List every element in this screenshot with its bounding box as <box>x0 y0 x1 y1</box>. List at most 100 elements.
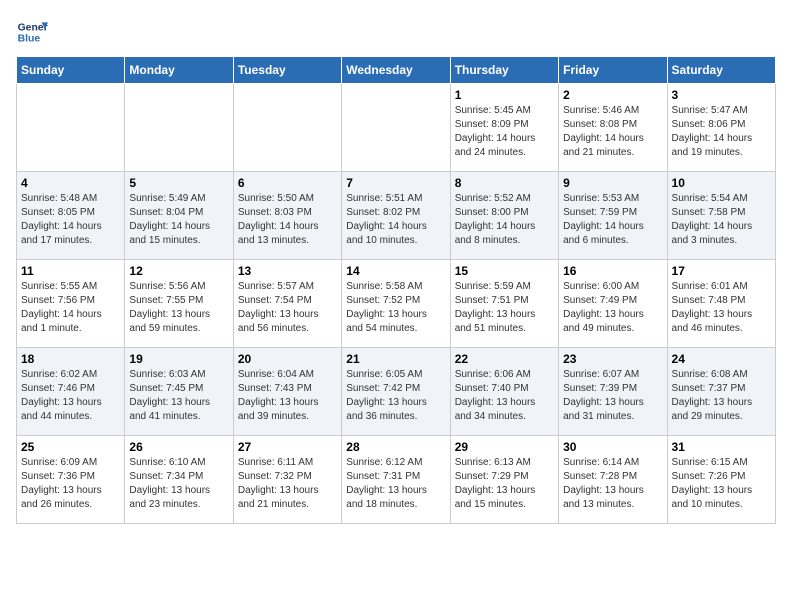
day-info: Sunrise: 5:51 AM Sunset: 8:02 PM Dayligh… <box>346 192 445 248</box>
day-number: 27 <box>238 440 337 454</box>
day-info: Sunrise: 5:59 AM Sunset: 7:51 PM Dayligh… <box>455 280 554 336</box>
calendar-cell: 30Sunrise: 6:14 AM Sunset: 7:28 PM Dayli… <box>559 436 667 524</box>
day-info: Sunrise: 6:12 AM Sunset: 7:31 PM Dayligh… <box>346 456 445 512</box>
day-number: 15 <box>455 264 554 278</box>
day-number: 29 <box>455 440 554 454</box>
day-info: Sunrise: 5:58 AM Sunset: 7:52 PM Dayligh… <box>346 280 445 336</box>
calendar-cell: 12 Sunrise: 5:56 AM Sunset: 7:55 PM Dayli… <box>125 260 233 348</box>
calendar-week-row: 11 Sunrise: 5:55 AM Sunset: 7:56 PM Dayli… <box>17 260 776 348</box>
day-info: Sunrise: 5:46 AM Sunset: 8:08 PM Dayligh… <box>563 104 662 160</box>
day-info: Sunrise: 6:00 AM Sunset: 7:49 PM Dayligh… <box>563 280 662 336</box>
day-info: Sunrise: 6:14 AM Sunset: 7:28 PM Dayligh… <box>563 456 662 512</box>
day-number: 4 <box>21 176 120 190</box>
calendar-cell: 16 Sunrise: 6:00 AM Sunset: 7:49 PM Dayli… <box>559 260 667 348</box>
calendar-cell: 29 Sunrise: 6:13 AM Sunset: 7:29 PM Dayli… <box>450 436 558 524</box>
day-info: Sunrise: 6:05 AM Sunset: 7:42 PM Dayligh… <box>346 368 445 424</box>
calendar-cell: 15 Sunrise: 5:59 AM Sunset: 7:51 PM Dayli… <box>450 260 558 348</box>
calendar-cell: 17Sunrise: 6:01 AM Sunset: 7:48 PM Dayli… <box>667 260 775 348</box>
day-info: Sunrise: 6:04 AM Sunset: 7:43 PM Dayligh… <box>238 368 337 424</box>
day-info: Sunrise: 6:06 AM Sunset: 7:40 PM Dayligh… <box>455 368 554 424</box>
calendar-cell: 20 Sunrise: 6:04 AM Sunset: 7:43 PM Dayli… <box>233 348 341 436</box>
day-number: 6 <box>238 176 337 190</box>
day-info: Sunrise: 6:10 AM Sunset: 7:34 PM Dayligh… <box>129 456 228 512</box>
calendar-cell: 27Sunrise: 6:11 AM Sunset: 7:32 PM Dayli… <box>233 436 341 524</box>
svg-text:Blue: Blue <box>18 34 41 45</box>
day-of-week-header: Monday <box>125 57 233 84</box>
calendar-week-row: 25 Sunrise: 6:09 AM Sunset: 7:36 PM Dayli… <box>17 436 776 524</box>
calendar-cell: 13 Sunrise: 5:57 AM Sunset: 7:54 PM Dayli… <box>233 260 341 348</box>
calendar-cell: 18Sunrise: 6:02 AM Sunset: 7:46 PM Dayli… <box>17 348 125 436</box>
day-number: 21 <box>346 352 445 366</box>
day-info: Sunrise: 6:03 AM Sunset: 7:45 PM Dayligh… <box>129 368 228 424</box>
day-info: Sunrise: 6:07 AM Sunset: 7:39 PM Dayligh… <box>563 368 662 424</box>
page-header: General Blue <box>16 16 776 48</box>
day-info: Sunrise: 5:52 AM Sunset: 8:00 PM Dayligh… <box>455 192 554 248</box>
day-info: Sunrise: 5:55 AM Sunset: 7:56 PM Dayligh… <box>21 280 120 336</box>
calendar-cell: 8 Sunrise: 5:52 AM Sunset: 8:00 PM Daylig… <box>450 172 558 260</box>
day-info: Sunrise: 5:49 AM Sunset: 8:04 PM Dayligh… <box>129 192 228 248</box>
calendar-cell: 10 Sunrise: 5:54 AM Sunset: 7:58 PM Dayli… <box>667 172 775 260</box>
day-info: Sunrise: 6:13 AM Sunset: 7:29 PM Dayligh… <box>455 456 554 512</box>
calendar-cell <box>233 84 341 172</box>
day-of-week-header: Sunday <box>17 57 125 84</box>
logo: General Blue <box>16 16 48 48</box>
calendar-cell: 4Sunrise: 5:48 AM Sunset: 8:05 PM Daylig… <box>17 172 125 260</box>
day-number: 25 <box>21 440 120 454</box>
day-info: Sunrise: 5:57 AM Sunset: 7:54 PM Dayligh… <box>238 280 337 336</box>
day-number: 8 <box>455 176 554 190</box>
calendar-cell: 2 Sunrise: 5:46 AM Sunset: 8:08 PM Daylig… <box>559 84 667 172</box>
calendar-cell: 3 Sunrise: 5:47 AM Sunset: 8:06 PM Daylig… <box>667 84 775 172</box>
calendar-cell: 11 Sunrise: 5:55 AM Sunset: 7:56 PM Dayli… <box>17 260 125 348</box>
day-info: Sunrise: 5:53 AM Sunset: 7:59 PM Dayligh… <box>563 192 662 248</box>
day-info: Sunrise: 6:15 AM Sunset: 7:26 PM Dayligh… <box>672 456 771 512</box>
day-info: Sunrise: 5:56 AM Sunset: 7:55 PM Dayligh… <box>129 280 228 336</box>
calendar-cell: 26 Sunrise: 6:10 AM Sunset: 7:34 PM Dayli… <box>125 436 233 524</box>
day-info: Sunrise: 5:47 AM Sunset: 8:06 PM Dayligh… <box>672 104 771 160</box>
days-header-row: SundayMondayTuesdayWednesdayThursdayFrid… <box>17 57 776 84</box>
calendar-cell: 19 Sunrise: 6:03 AM Sunset: 7:45 PM Dayli… <box>125 348 233 436</box>
day-number: 3 <box>672 88 771 102</box>
day-of-week-header: Friday <box>559 57 667 84</box>
calendar-cell <box>125 84 233 172</box>
day-number: 20 <box>238 352 337 366</box>
calendar-cell <box>17 84 125 172</box>
day-info: Sunrise: 5:54 AM Sunset: 7:58 PM Dayligh… <box>672 192 771 248</box>
day-number: 9 <box>563 176 662 190</box>
day-info: Sunrise: 6:09 AM Sunset: 7:36 PM Dayligh… <box>21 456 120 512</box>
calendar-cell <box>342 84 450 172</box>
day-number: 2 <box>563 88 662 102</box>
day-number: 22 <box>455 352 554 366</box>
day-number: 17 <box>672 264 771 278</box>
day-number: 14 <box>346 264 445 278</box>
day-number: 26 <box>129 440 228 454</box>
calendar-cell: 28Sunrise: 6:12 AM Sunset: 7:31 PM Dayli… <box>342 436 450 524</box>
day-info: Sunrise: 5:50 AM Sunset: 8:03 PM Dayligh… <box>238 192 337 248</box>
calendar-week-row: 4Sunrise: 5:48 AM Sunset: 8:05 PM Daylig… <box>17 172 776 260</box>
day-of-week-header: Thursday <box>450 57 558 84</box>
day-info: Sunrise: 6:08 AM Sunset: 7:37 PM Dayligh… <box>672 368 771 424</box>
day-number: 19 <box>129 352 228 366</box>
day-number: 7 <box>346 176 445 190</box>
day-number: 11 <box>21 264 120 278</box>
calendar-cell: 9 Sunrise: 5:53 AM Sunset: 7:59 PM Daylig… <box>559 172 667 260</box>
calendar-cell: 22 Sunrise: 6:06 AM Sunset: 7:40 PM Dayli… <box>450 348 558 436</box>
day-number: 1 <box>455 88 554 102</box>
day-number: 24 <box>672 352 771 366</box>
day-of-week-header: Wednesday <box>342 57 450 84</box>
day-number: 5 <box>129 176 228 190</box>
calendar-cell: 23Sunrise: 6:07 AM Sunset: 7:39 PM Dayli… <box>559 348 667 436</box>
calendar-table: SundayMondayTuesdayWednesdayThursdayFrid… <box>16 56 776 524</box>
calendar-cell: 7 Sunrise: 5:51 AM Sunset: 8:02 PM Daylig… <box>342 172 450 260</box>
calendar-cell: 21 Sunrise: 6:05 AM Sunset: 7:42 PM Dayli… <box>342 348 450 436</box>
logo-icon: General Blue <box>16 16 48 48</box>
day-number: 10 <box>672 176 771 190</box>
day-info: Sunrise: 6:02 AM Sunset: 7:46 PM Dayligh… <box>21 368 120 424</box>
day-number: 13 <box>238 264 337 278</box>
day-number: 31 <box>672 440 771 454</box>
calendar-cell: 14 Sunrise: 5:58 AM Sunset: 7:52 PM Dayli… <box>342 260 450 348</box>
day-number: 12 <box>129 264 228 278</box>
day-number: 16 <box>563 264 662 278</box>
day-of-week-header: Saturday <box>667 57 775 84</box>
day-info: Sunrise: 5:45 AM Sunset: 8:09 PM Dayligh… <box>455 104 554 160</box>
calendar-cell: 6 Sunrise: 5:50 AM Sunset: 8:03 PM Daylig… <box>233 172 341 260</box>
